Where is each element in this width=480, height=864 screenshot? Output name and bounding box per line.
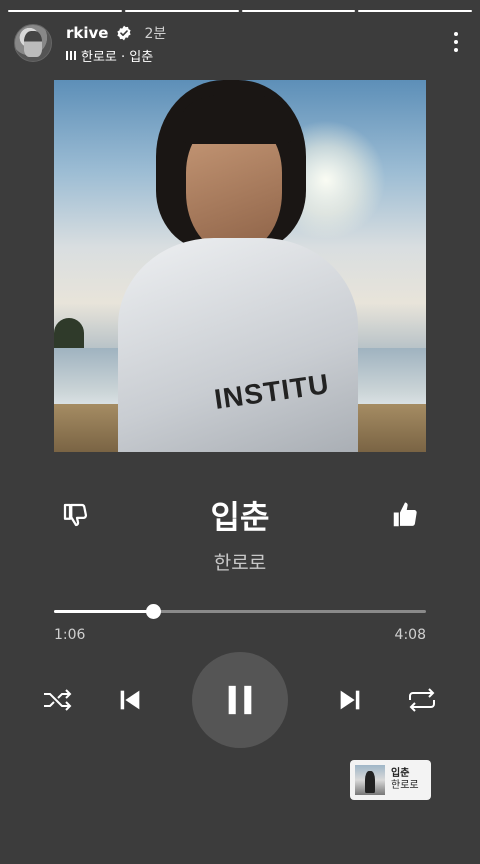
sticker-title: 입춘	[391, 768, 410, 779]
story-header: rkive 2분 한로로 · 입춘	[12, 22, 468, 66]
story-progress-bars	[8, 10, 472, 12]
verified-badge-icon	[117, 25, 132, 41]
story-progress-segment	[358, 10, 472, 12]
equalizer-bars-icon	[66, 51, 76, 60]
next-button[interactable]	[334, 684, 366, 716]
seek-bar[interactable]	[54, 604, 426, 619]
sticker-album-thumbnail	[355, 765, 385, 795]
story-progress-segment	[8, 10, 122, 12]
music-label-row[interactable]: 한로로 · 입춘	[66, 46, 153, 65]
skip-next-icon	[340, 690, 360, 710]
shuffle-icon	[44, 689, 72, 711]
current-time: 1:06	[54, 627, 86, 643]
story-progress-segment	[124, 10, 239, 12]
total-time: 4:08	[394, 627, 426, 643]
pause-button[interactable]	[192, 652, 288, 748]
music-sticker[interactable]: 입춘 한로로	[350, 760, 431, 800]
username[interactable]: rkive	[66, 24, 108, 42]
repeat-icon	[409, 688, 435, 712]
thumbs-up-icon[interactable]	[390, 500, 420, 530]
artist-name: 한로로	[213, 552, 267, 574]
pause-icon	[228, 685, 252, 715]
skip-previous-icon	[120, 690, 140, 710]
playback-controls	[0, 652, 480, 748]
story-progress-segment	[241, 10, 356, 12]
repeat-button[interactable]	[404, 686, 440, 714]
previous-button[interactable]	[114, 684, 146, 716]
album-art: INSTITU	[54, 80, 426, 452]
avatar[interactable]	[14, 24, 52, 62]
user-row: rkive 2분	[66, 23, 166, 43]
seek-thumb[interactable]	[145, 604, 161, 619]
time-ago: 2분	[144, 26, 167, 42]
more-vertical-icon	[454, 32, 458, 36]
sticker-artist: 한로로	[391, 780, 419, 791]
seek-bar-fill	[54, 610, 153, 613]
shuffle-button[interactable]	[40, 686, 74, 714]
more-options-button[interactable]	[446, 28, 466, 56]
music-label: 한로로 · 입춘	[81, 50, 154, 65]
